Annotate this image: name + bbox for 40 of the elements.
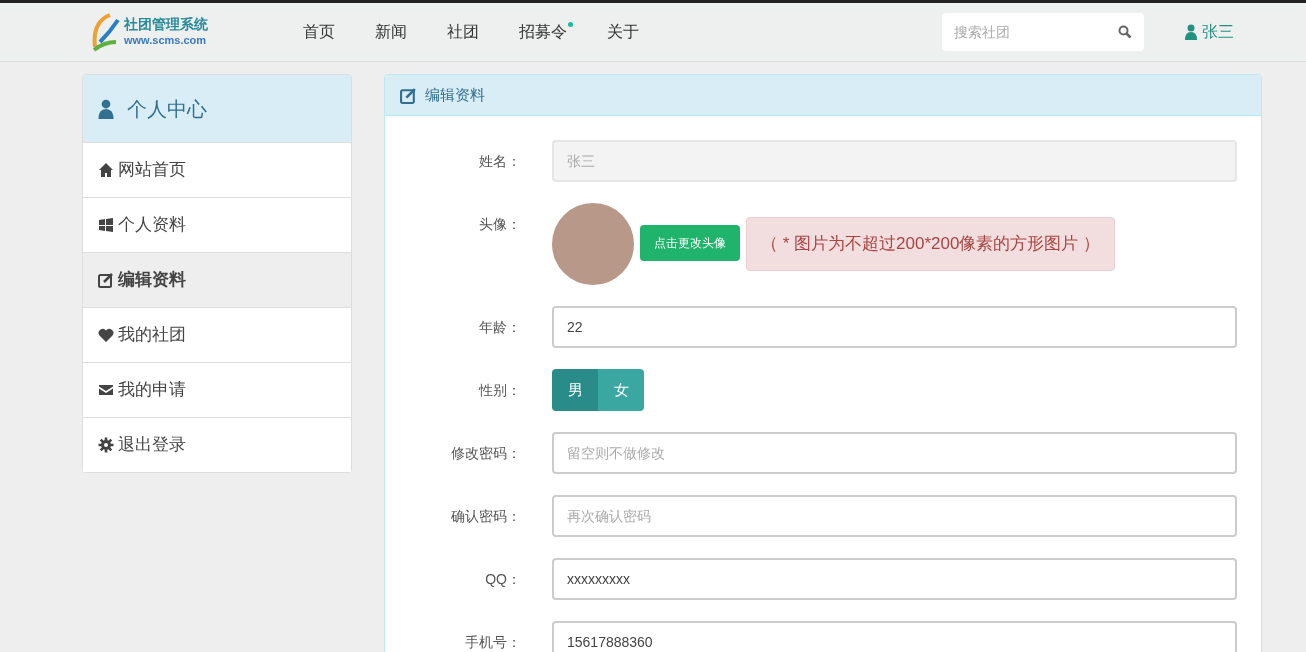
nav-link[interactable]: 招募令 xyxy=(500,20,586,44)
logo-url: www.scms.com xyxy=(124,33,208,48)
nav-link[interactable]: 新闻 xyxy=(356,20,426,44)
input-field[interactable]: 留空则不做修改 xyxy=(552,432,1237,474)
gear-icon xyxy=(98,437,114,453)
sidebar-title: 个人中心 xyxy=(127,96,207,122)
edit-icon xyxy=(400,86,417,104)
home-icon xyxy=(98,162,114,178)
field-label: 手机号： xyxy=(464,633,521,652)
logo-title: 社团管理系统 xyxy=(124,16,208,34)
envelope-icon xyxy=(98,382,114,398)
user-icon xyxy=(97,98,115,119)
nav-link[interactable]: 关于 xyxy=(588,20,658,44)
field-label: QQ： xyxy=(484,570,521,589)
gender-option[interactable]: 男 xyxy=(552,369,598,411)
field-label: 性别： xyxy=(477,381,521,400)
input-field[interactable]: 再次确认密码 xyxy=(552,495,1237,537)
sidebar-item[interactable]: 编辑资料 xyxy=(83,252,351,307)
search-field[interactable]: 搜索社团 xyxy=(942,13,1144,51)
logo-icon xyxy=(90,12,120,52)
edit-icon xyxy=(98,272,114,288)
input-field[interactable]: 15617888360 xyxy=(552,621,1237,652)
user-icon xyxy=(1184,24,1198,40)
search-input[interactable]: 搜索社团 xyxy=(954,21,1118,43)
field-label: 修改密码： xyxy=(450,444,521,463)
heart-icon xyxy=(98,327,114,343)
windows-icon xyxy=(98,217,114,233)
field-label: 确认密码： xyxy=(450,507,521,526)
field-label: 头像： xyxy=(478,215,521,234)
search-icon xyxy=(1118,25,1132,39)
nav-link[interactable]: 首页 xyxy=(284,20,354,44)
panel-title: 编辑资料 xyxy=(425,84,485,105)
field-label: 姓名： xyxy=(478,152,521,171)
user-link[interactable]: 张三 xyxy=(1184,20,1234,44)
sidebar-item[interactable]: 退出登录 xyxy=(83,417,351,472)
field-label: 年龄： xyxy=(478,318,521,337)
input-field[interactable]: xxxxxxxxx xyxy=(552,558,1237,600)
avatar-note: （ * 图片为不超过200*200像素的方形图片 ） xyxy=(746,217,1116,271)
input-field[interactable]: 22 xyxy=(552,306,1237,348)
nav-link[interactable]: 社团 xyxy=(428,20,498,44)
